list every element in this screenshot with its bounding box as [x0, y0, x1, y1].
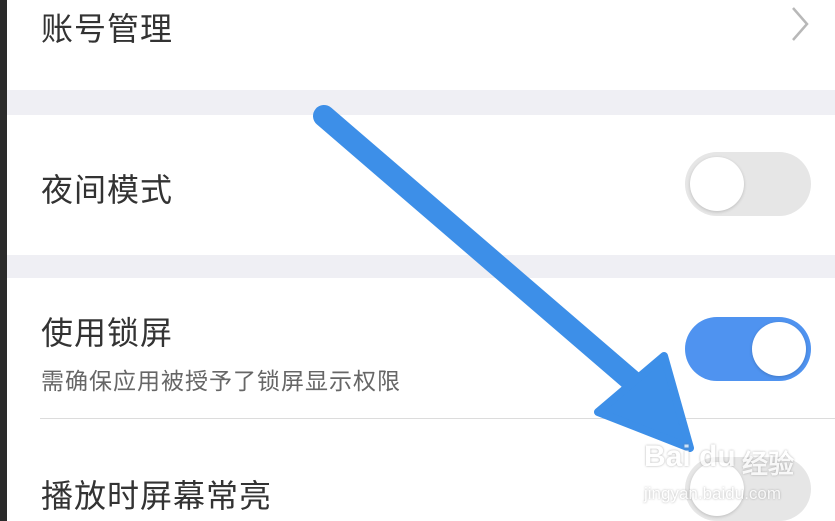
toggle-knob: [752, 322, 806, 376]
screen-edge: [0, 0, 7, 521]
watermark-brand: 经验: [742, 450, 795, 480]
night-mode-label: 夜间模式: [41, 171, 174, 209]
night-mode-toggle[interactable]: [685, 152, 811, 216]
section-gap: [7, 255, 835, 278]
lock-screen-toggle[interactable]: [685, 317, 811, 381]
watermark-logo: Bai du: [644, 440, 736, 473]
lock-screen-row: 使用锁屏 需确保应用被授予了锁屏显示权限: [7, 278, 835, 418]
watermark: Bai du 经验 jingyan.baidu.com: [640, 430, 830, 520]
account-management-row[interactable]: 账号管理: [7, 0, 835, 90]
night-mode-row: 夜间模式: [7, 115, 835, 255]
lock-screen-description: 需确保应用被授予了锁屏显示权限: [41, 369, 401, 395]
account-management-label: 账号管理: [41, 10, 174, 48]
chevron-right-icon: [792, 7, 809, 41]
lock-screen-label: 使用锁屏: [41, 314, 174, 352]
keep-screen-on-label: 播放时屏幕常亮: [41, 477, 273, 515]
toggle-knob: [690, 157, 744, 211]
watermark-url: jingyan.baidu.com: [644, 484, 782, 503]
section-gap: [7, 90, 835, 115]
